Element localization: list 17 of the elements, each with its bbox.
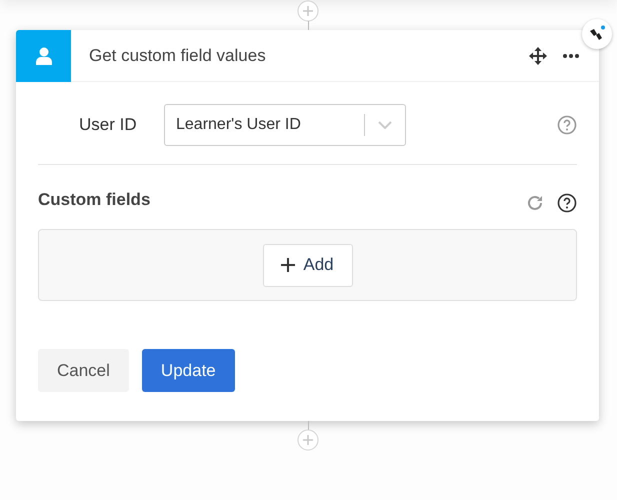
plus-icon [281, 258, 296, 272]
avatar-badge[interactable] [582, 19, 612, 49]
add-button[interactable]: Add [262, 244, 352, 286]
select-field[interactable]: Learner's User ID [164, 104, 406, 146]
cancel-button[interactable]: Cancel [38, 349, 129, 392]
card-title: Get custom field values [89, 44, 267, 67]
chevron-down-icon [378, 121, 392, 129]
help-icon[interactable] [557, 193, 577, 213]
refresh-icon[interactable] [526, 194, 544, 212]
move-icon[interactable] [529, 46, 547, 64]
field-label: User ID [79, 114, 138, 136]
logo-icon [588, 25, 606, 43]
more-icon[interactable] [563, 54, 579, 58]
select-value: Learner's User ID [176, 115, 302, 135]
section-title: Custom fields [38, 189, 152, 211]
user-icon [36, 46, 52, 64]
update-button[interactable]: Update [142, 349, 235, 392]
